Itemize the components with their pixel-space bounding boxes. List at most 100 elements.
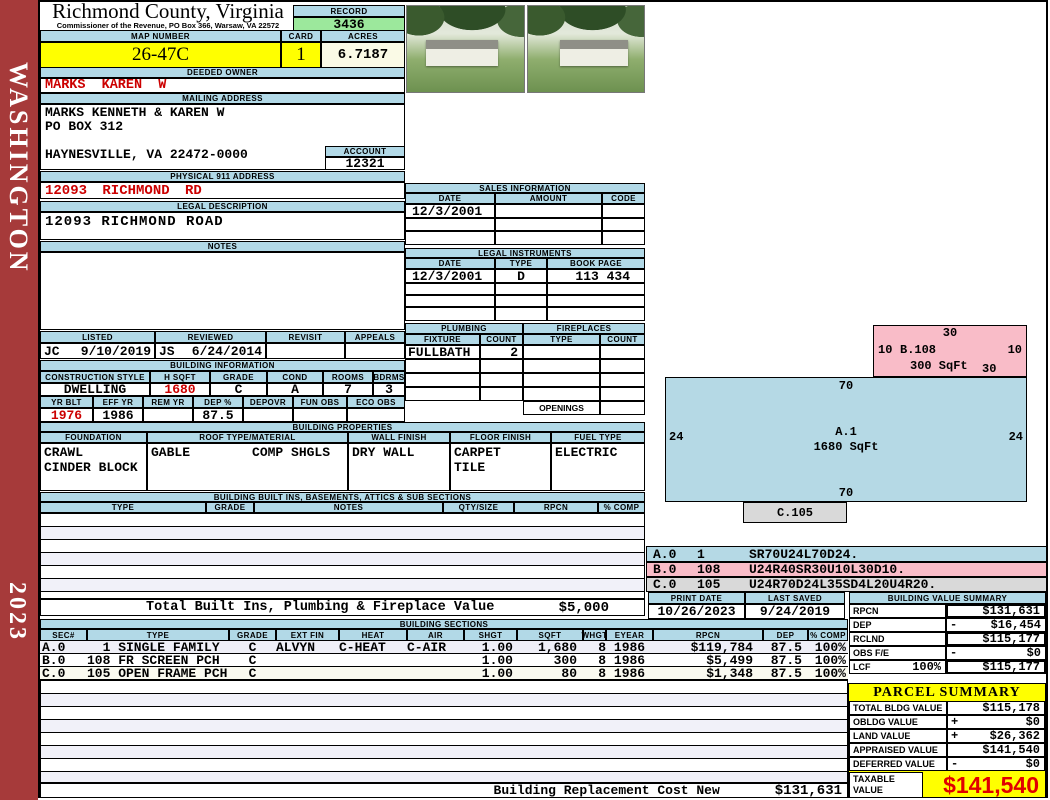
sales-date [405, 231, 495, 245]
district-name: WASHINGTON [4, 62, 33, 274]
cond-value: A [267, 382, 323, 397]
built-ins-total-label: Total Built Ins, Plumbing & Fireplace Va… [146, 600, 495, 615]
bs-extfin: ALVYN [276, 639, 316, 655]
li-date-label: DATE [405, 258, 495, 269]
mailing-address-label: MAILING ADDRESS [40, 93, 405, 104]
building-information-title: BUILDING INFORMATION [40, 360, 405, 371]
listed-label: LISTED [40, 331, 155, 343]
parcel-summary-title: PARCEL SUMMARY [873, 684, 1021, 700]
building-properties-title: BUILDING PROPERTIES [40, 422, 645, 432]
bvs-value: $16,454 [990, 618, 1041, 632]
fireplace-count [600, 359, 645, 373]
map-value-row: 26-47C 1 6.7187 [40, 42, 405, 68]
fireplace-type [523, 359, 600, 373]
sketch-section-a: 70 24 A.1 1680 SqFt 24 70 [665, 377, 1027, 502]
bs-whgt: 8 [598, 665, 606, 681]
bvs-label: DEP [849, 618, 946, 632]
sales-date [405, 218, 495, 231]
building-section-row: C.0 105 OPEN FRAME PCH C 1.00 80 8 1986 … [40, 665, 848, 681]
ps-taxable-row: TAXABLE VALUE $141,540 [849, 771, 1045, 799]
sales-code [602, 218, 645, 231]
physical-address-label: PHYSICAL 911 ADDRESS [40, 171, 405, 182]
replacement-cost-value: $131,631 [774, 782, 842, 799]
acres-label: ACRES [321, 30, 405, 42]
ps-value: $115,178 [982, 701, 1040, 715]
li-date [405, 307, 495, 321]
ps-op: + [951, 729, 959, 743]
visits-value-row: JC 9/10/2019 JS 6/24/2014 [40, 343, 405, 359]
legal-description-value: 12093 RICHMOND ROAD [40, 212, 405, 240]
building-properties-header-row: FOUNDATION ROOF TYPE/MATERIAL WALL FINIS… [40, 432, 645, 443]
built-ins-total-value: $5,000 [558, 599, 609, 616]
ps-value-cell: $115,178 [947, 701, 1045, 715]
bvs-row: LCF 100% $115,177 [849, 660, 1046, 674]
appeals-value [345, 343, 405, 359]
bs-comp: 100% [814, 665, 846, 681]
li-type [495, 307, 547, 321]
bvs-label: OBS F/E [849, 646, 946, 660]
ps-label: LAND VALUE [849, 729, 947, 743]
funobs-label: FUN OBS [293, 396, 347, 408]
fixture-count [480, 359, 523, 373]
fixture-label: FIXTURE [405, 334, 480, 345]
ps-label: OBLDG VALUE [849, 715, 947, 729]
taxable-value-label: TAXABLE VALUE [849, 772, 923, 798]
map-number-value: 26-47C [40, 42, 281, 68]
ps-label: APPRAISED VALUE [849, 743, 947, 757]
print-date-label: PRINT DATE [648, 592, 745, 604]
legal-instruments-header-row: DATE TYPE BOOK PAGE [405, 258, 645, 269]
bvs-row: RPCN $131,631 [849, 604, 1046, 618]
sales-title: SALES INFORMATION [405, 183, 645, 193]
bvs-value: $115,177 [982, 660, 1040, 674]
effyr-label: EFF YR [93, 396, 143, 408]
reviewed-label: REVIEWED [155, 331, 266, 343]
building-value-summary-title: BUILDING VALUE SUMMARY [849, 592, 1046, 604]
legal-description-label: LEGAL DESCRIPTION [40, 201, 405, 212]
depovr-value [243, 408, 293, 422]
legal-instrument-row [405, 295, 645, 307]
sales-date: 12/3/2001 [405, 204, 495, 219]
sketch-c-id: C.105 [776, 505, 813, 520]
bi-rpcn-label: RPCN [514, 502, 598, 513]
record-label: RECORD [293, 5, 405, 17]
roof-value: GABLE COMP SHGLS [147, 443, 348, 491]
bvs-value: $115,177 [982, 632, 1040, 646]
legal-instrument-row: 12/3/2001 D 113 434 [405, 269, 645, 284]
roof-material: COMP SHGLS [252, 445, 331, 460]
house-shape [560, 40, 628, 67]
sales-amount [495, 231, 602, 245]
sketch-legend-row-b: B.0 108 U24R40SR30U10L30D10. [646, 562, 1047, 577]
bs-sec: C.0 [42, 665, 66, 681]
legend-code: B.0 [653, 562, 677, 577]
hsqft-value: 1680 [150, 382, 210, 397]
bs-grade: C [248, 665, 257, 681]
fireplace-count [600, 345, 645, 359]
floor-finish-label: FLOOR FINISH [450, 432, 551, 443]
sketch-a-top-dim: 70 [838, 379, 854, 393]
ps-value: $0 [1025, 715, 1040, 729]
fireplace-count-label: COUNT [600, 334, 645, 345]
parcel-summary: PARCEL SUMMARY TOTAL BLDG VALUE $115,178… [848, 683, 1046, 798]
sales-amount-label: AMOUNT [495, 193, 602, 204]
legal-instrument-row [405, 307, 645, 321]
taxable-value: $141,540 [943, 771, 1039, 798]
sales-amount [495, 218, 602, 231]
revisit-value [266, 343, 345, 359]
fireplaces-title: FIREPLACES [523, 323, 645, 334]
sketch-a-bottom-dim: 70 [838, 486, 854, 500]
appeals-label: APPEALS [345, 331, 405, 343]
legend-path: SR70U24L70D24. [749, 546, 859, 562]
sketch-a-left-dim: 24 [669, 430, 684, 444]
bs-heat: C-HEAT [339, 639, 386, 655]
li-type [495, 283, 547, 295]
bi-type-label: TYPE [40, 502, 206, 513]
bdrms-value: 3 [373, 382, 405, 397]
bi-grade-label: GRADE [206, 502, 254, 513]
sketch-a-right-dim: 24 [1008, 430, 1023, 444]
wall-finish-label: WALL FINISH [348, 432, 450, 443]
fireplace-type [523, 373, 600, 387]
legal-instrument-row [405, 283, 645, 295]
foundation-label: FOUNDATION [40, 432, 147, 443]
li-type: D [495, 269, 547, 284]
sketch-b-top-dim: 30 [942, 326, 958, 340]
